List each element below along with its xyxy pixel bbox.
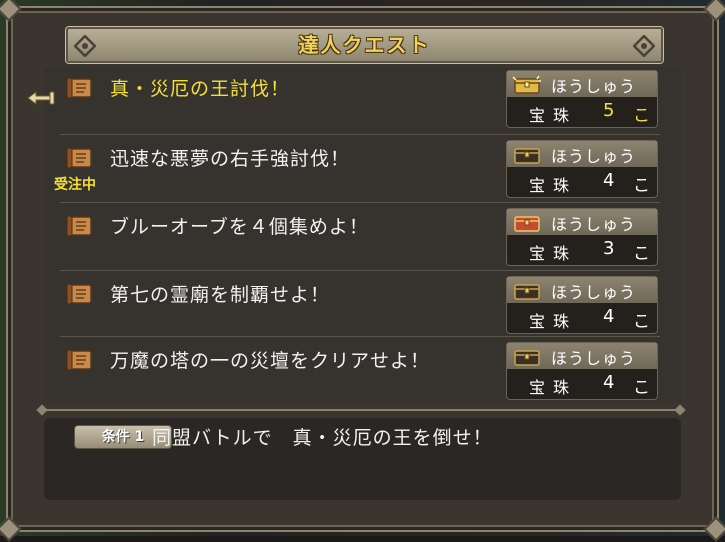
reward-label: ほうしゅう xyxy=(551,283,637,302)
reward-item: 宝珠 xyxy=(529,106,578,125)
reward-unit: こ xyxy=(633,106,650,126)
reward-box: ほうしゅう 宝珠 4 こ xyxy=(506,140,658,198)
reward-box: ほうしゅう 宝珠 4 こ xyxy=(506,276,658,334)
reward-box: ほうしゅう 宝珠 3 こ xyxy=(506,208,658,266)
row-divider xyxy=(60,270,660,271)
reward-item: 宝珠 xyxy=(529,378,578,397)
dark-chest-icon xyxy=(514,350,540,366)
title-ornament-right-icon xyxy=(633,35,655,57)
dark-chest-icon xyxy=(514,284,540,300)
reward-header: ほうしゅう xyxy=(507,343,657,369)
row-divider xyxy=(60,336,660,337)
title-bar: 達人クエスト xyxy=(66,27,663,63)
reward-count: 4 xyxy=(603,170,615,191)
quest-scroll-icon xyxy=(66,77,92,99)
reward-box: ほうしゅう 宝珠 5 こ xyxy=(506,70,658,128)
quest-name: 真・災厄の王討伐！ xyxy=(110,78,291,100)
reward-count: 4 xyxy=(603,306,615,327)
row-divider xyxy=(60,202,660,203)
quest-scroll-icon xyxy=(66,147,92,169)
condition-panel: 条件 1 同盟バトルで 真・災厄の王を倒せ！ xyxy=(44,418,681,500)
reward-count: 3 xyxy=(603,238,615,259)
frame-corner-ornament xyxy=(0,516,22,542)
reward-unit: こ xyxy=(633,176,650,196)
quest-scroll-icon xyxy=(66,283,92,305)
quest-status-accepted: 受注中 xyxy=(54,177,96,193)
window-title: 達人クエスト xyxy=(298,33,431,57)
reward-header: ほうしゅう xyxy=(507,277,657,303)
condition-text: 同盟バトルで 真・災厄の王を倒せ！ xyxy=(152,427,493,449)
reward-label: ほうしゅう xyxy=(551,147,637,166)
quest-row[interactable]: ブルーオーブを４個集めよ！ ほうしゅう 宝珠 3 こ xyxy=(60,204,660,268)
quest-scroll-icon xyxy=(66,349,92,371)
dark-chest-icon xyxy=(514,148,540,164)
reward-item: 宝珠 xyxy=(529,244,578,263)
reward-box: ほうしゅう 宝珠 4 こ xyxy=(506,342,658,400)
quest-row[interactable]: 真・災厄の王討伐！ ほうしゅう 宝珠 5 こ xyxy=(60,66,660,130)
reward-label: ほうしゅう xyxy=(551,77,637,96)
reward-item: 宝珠 xyxy=(529,312,578,331)
reward-header: ほうしゅう xyxy=(507,141,657,167)
reward-header: ほうしゅう xyxy=(507,209,657,235)
quest-row[interactable]: 第七の霊廟を制覇せよ！ ほうしゅう 宝珠 4 こ xyxy=(60,272,660,336)
gold-chest-icon xyxy=(512,75,541,94)
red-chest-icon xyxy=(514,216,540,232)
reward-header: ほうしゅう xyxy=(507,71,657,97)
reward-unit: こ xyxy=(633,312,650,332)
reward-count: 4 xyxy=(603,372,615,393)
reward-label: ほうしゅう xyxy=(551,215,637,234)
quest-name: 迅速な悪夢の右手強討伐！ xyxy=(110,148,351,170)
reward-count: 5 xyxy=(603,100,615,121)
quest-name: ブルーオーブを４個集めよ！ xyxy=(110,216,369,238)
reward-item: 宝珠 xyxy=(529,176,578,195)
selection-cursor-icon xyxy=(27,91,55,105)
reward-unit: こ xyxy=(633,378,650,398)
quest-row[interactable]: 迅速な悪夢の右手強討伐！ 受注中 ほうしゅう 宝珠 4 こ xyxy=(54,136,660,200)
quest-row[interactable]: 万魔の塔の一の災壇をクリアせよ！ ほうしゅう 宝珠 4 こ xyxy=(60,338,660,402)
reward-label: ほうしゅう xyxy=(551,349,637,368)
ornamental-divider xyxy=(36,404,686,416)
row-divider xyxy=(60,134,660,135)
quest-name: 万魔の塔の一の災壇をクリアせよ！ xyxy=(110,350,431,372)
reward-unit: こ xyxy=(633,244,650,264)
quest-scroll-icon xyxy=(66,215,92,237)
quest-name: 第七の霊廟を制覇せよ！ xyxy=(110,284,331,306)
